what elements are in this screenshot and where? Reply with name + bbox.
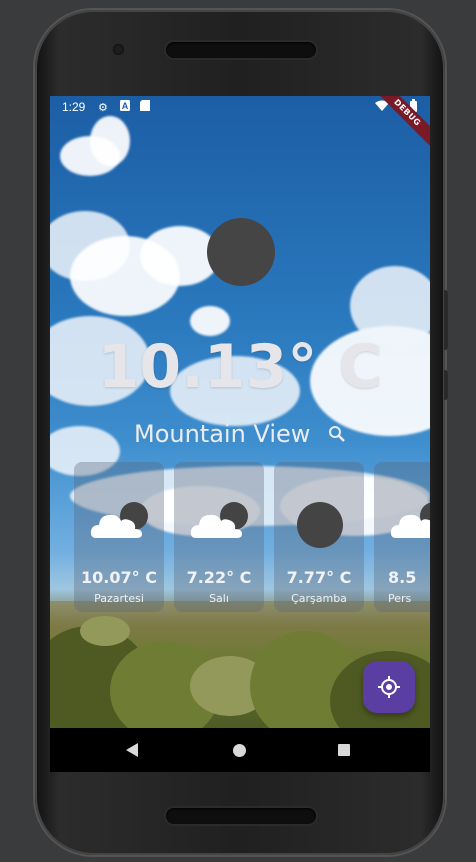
sd-card-icon [140, 100, 150, 114]
forecast-card[interactable]: 10.07° C Pazartesi [74, 462, 164, 612]
search-icon[interactable] [328, 421, 346, 449]
forecast-day: Salı [209, 592, 229, 605]
partly-cloudy-icon [388, 498, 430, 546]
forecast-temp: 7.22° C [186, 568, 252, 587]
forecast-day: Pers [388, 592, 412, 605]
earpiece-speaker [166, 42, 316, 58]
power-button[interactable] [444, 370, 448, 400]
back-icon[interactable] [126, 742, 138, 761]
weather-circle-icon [297, 502, 343, 548]
forecast-temp: 10.07° C [81, 568, 157, 587]
location-row: Mountain View [50, 420, 430, 449]
settings-icon: ⚙ [98, 101, 108, 114]
phone-screen: 1:29 ⚙ A DEBUG 10.13° C Mountain View 10… [50, 96, 430, 772]
forecast-temp: 7.77° C [286, 568, 352, 587]
a-icon: A [120, 100, 130, 114]
svg-text:A: A [122, 101, 129, 111]
partly-cloudy-icon [188, 498, 252, 546]
status-bar: 1:29 ⚙ A DEBUG [50, 96, 430, 150]
current-temperature: 10.13° C [97, 332, 383, 402]
forecast-card[interactable]: 7.77° C Çarşamba [274, 462, 364, 612]
my-location-button[interactable] [363, 661, 415, 713]
navigation-bar [50, 728, 430, 772]
partly-cloudy-icon [88, 498, 152, 546]
bottom-speaker [166, 808, 316, 824]
background-photo [50, 96, 430, 728]
front-camera [113, 44, 124, 55]
forecast-card[interactable]: 8.5 Pers [374, 462, 430, 612]
forecast-card[interactable]: 7.22° C Salı [174, 462, 264, 612]
location-name: Mountain View [133, 420, 311, 448]
emulator-frame: 1:29 ⚙ A DEBUG 10.13° C Mountain View 10… [0, 0, 476, 862]
current-weather-icon [207, 218, 275, 286]
forecast-day: Çarşamba [291, 592, 347, 605]
volume-button[interactable] [444, 290, 448, 350]
forecast-list[interactable]: 10.07° C Pazartesi 7.22° C Salı 7.77° C … [50, 462, 430, 612]
forecast-day: Pazartesi [94, 592, 144, 605]
my-location-icon [378, 676, 400, 698]
status-time: 1:29 [62, 100, 86, 114]
recents-icon[interactable] [338, 744, 350, 756]
forecast-temp: 8.5 [388, 568, 417, 587]
home-icon[interactable] [233, 744, 246, 757]
